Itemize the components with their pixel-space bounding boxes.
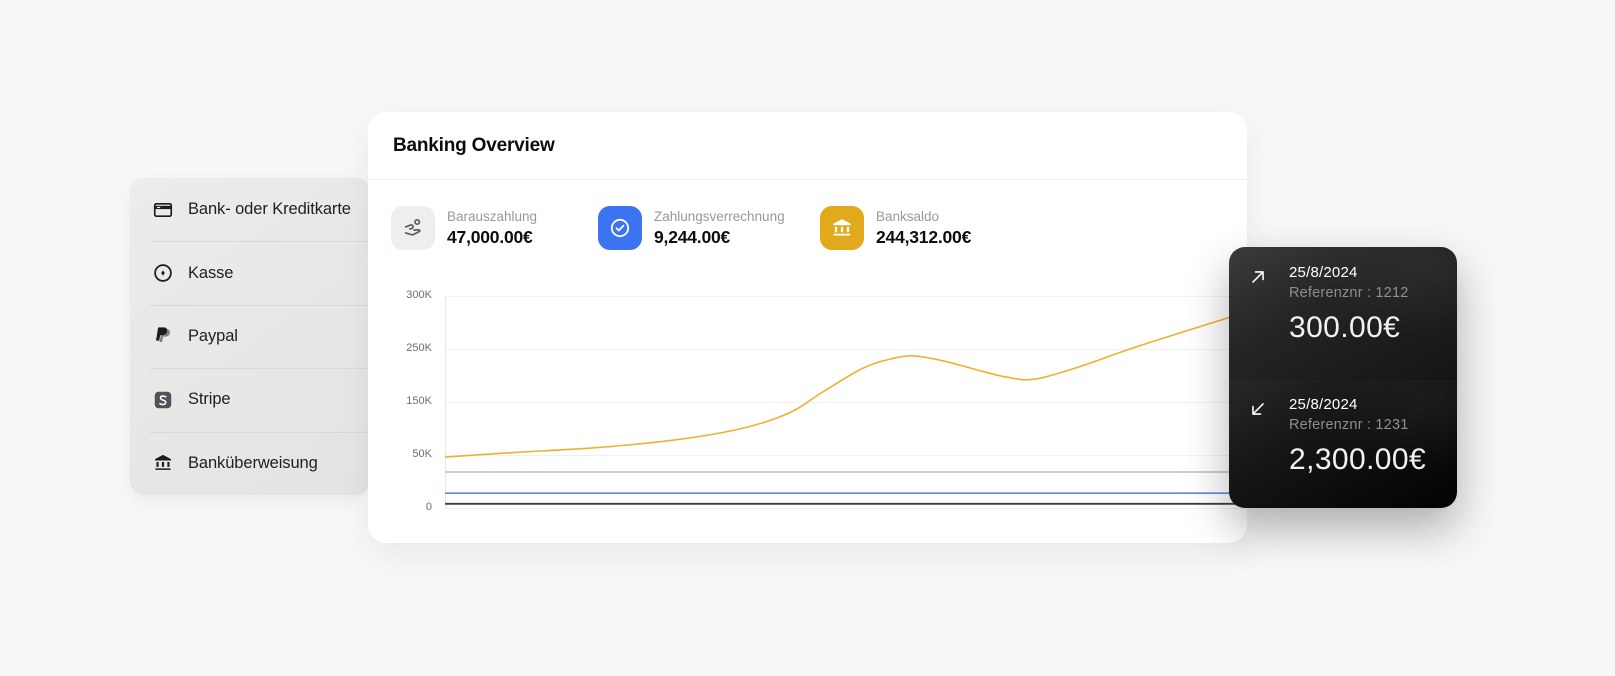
stat-label: Zahlungsverrechnung [654,209,785,224]
transaction-row-outgoing[interactable]: 25/8/2024 Referenznr : 1212 300.00€ [1229,247,1457,378]
y-tick-label: 300K [406,289,432,301]
transaction-date: 25/8/2024 [1289,264,1408,281]
sidebar-item-kasse[interactable]: Kasse [130,241,370,304]
transaction-date: 25/8/2024 [1289,396,1426,413]
y-tick-label: 0 [426,501,432,513]
card-header: Banking Overview [368,112,1247,180]
y-tick-label: 150K [406,395,432,407]
sidebar-item-bank-or-credit-card[interactable]: Bank- oder Kreditkarte [130,178,370,241]
transaction-row-incoming[interactable]: 25/8/2024 Referenznr : 1231 2,300.00€ [1229,378,1457,509]
stat-banksaldo: Banksaldo 244,312.00€ [820,206,971,250]
gridline [445,349,1247,350]
transaction-reference: Referenznr : 1212 [1289,285,1408,301]
transaction-amount: 2,300.00€ [1289,443,1426,477]
sidebar-item-bank-transfer[interactable]: Banküberweisung [130,432,370,495]
stat-barauszahlung: Barauszahlung 47,000.00€ [391,206,537,250]
sidebar-item-label: Bank- oder Kreditkarte [188,200,351,219]
page: Bank- oder Kreditkarte Kasse Paypal Stri… [0,0,1615,676]
arrow-up-right-icon [1247,264,1276,378]
stat-label: Barauszahlung [447,209,537,224]
stat-value: 9,244.00€ [654,227,785,248]
transactions-popover: 25/8/2024 Referenznr : 1212 300.00€ 25/8… [1229,247,1457,508]
sidebar-item-label: Paypal [188,327,238,346]
bank-icon [152,452,174,474]
y-axis-tick-labels: 300K250K150K50K0 [368,296,432,509]
transaction-reference: Referenznr : 1231 [1289,417,1426,433]
arrow-down-left-icon [1247,396,1276,509]
sidebar-item-label: Kasse [188,264,233,283]
y-tick-label: 250K [406,342,432,354]
chart-gridlines [445,296,1247,510]
gridline [445,296,1247,297]
sidebar-item-label: Stripe [188,390,231,409]
bank-icon [820,206,864,250]
sidebar-item-label: Banküberweisung [188,454,318,473]
paypal-icon [152,325,174,347]
transaction-amount: 300.00€ [1289,311,1408,345]
y-axis-line [445,296,446,509]
payment-methods-sidebar: Bank- oder Kreditkarte Kasse Paypal Stri… [130,178,370,495]
gridline [445,508,1247,509]
stat-label: Banksaldo [876,209,971,224]
cash-point-icon [152,262,174,284]
stripe-icon [152,389,174,411]
sidebar-item-stripe[interactable]: Stripe [130,368,370,431]
banking-overview-card: Banking Overview Barauszahlung 47,000.00… [368,112,1247,543]
stat-zahlungsverrechnung: Zahlungsverrechnung 9,244.00€ [598,206,785,250]
credit-card-icon [152,199,174,221]
stat-value: 47,000.00€ [447,227,537,248]
y-tick-label: 50K [412,448,432,460]
gridline [445,402,1247,403]
gridline [445,455,1247,456]
hand-coin-icon [391,206,435,250]
series-balance-trend [445,312,1247,457]
check-circle-icon [598,206,642,250]
sidebar-item-paypal[interactable]: Paypal [130,305,370,368]
page-title: Banking Overview [393,135,555,157]
chart-series-plot [445,296,1247,510]
stat-value: 244,312.00€ [876,227,971,248]
